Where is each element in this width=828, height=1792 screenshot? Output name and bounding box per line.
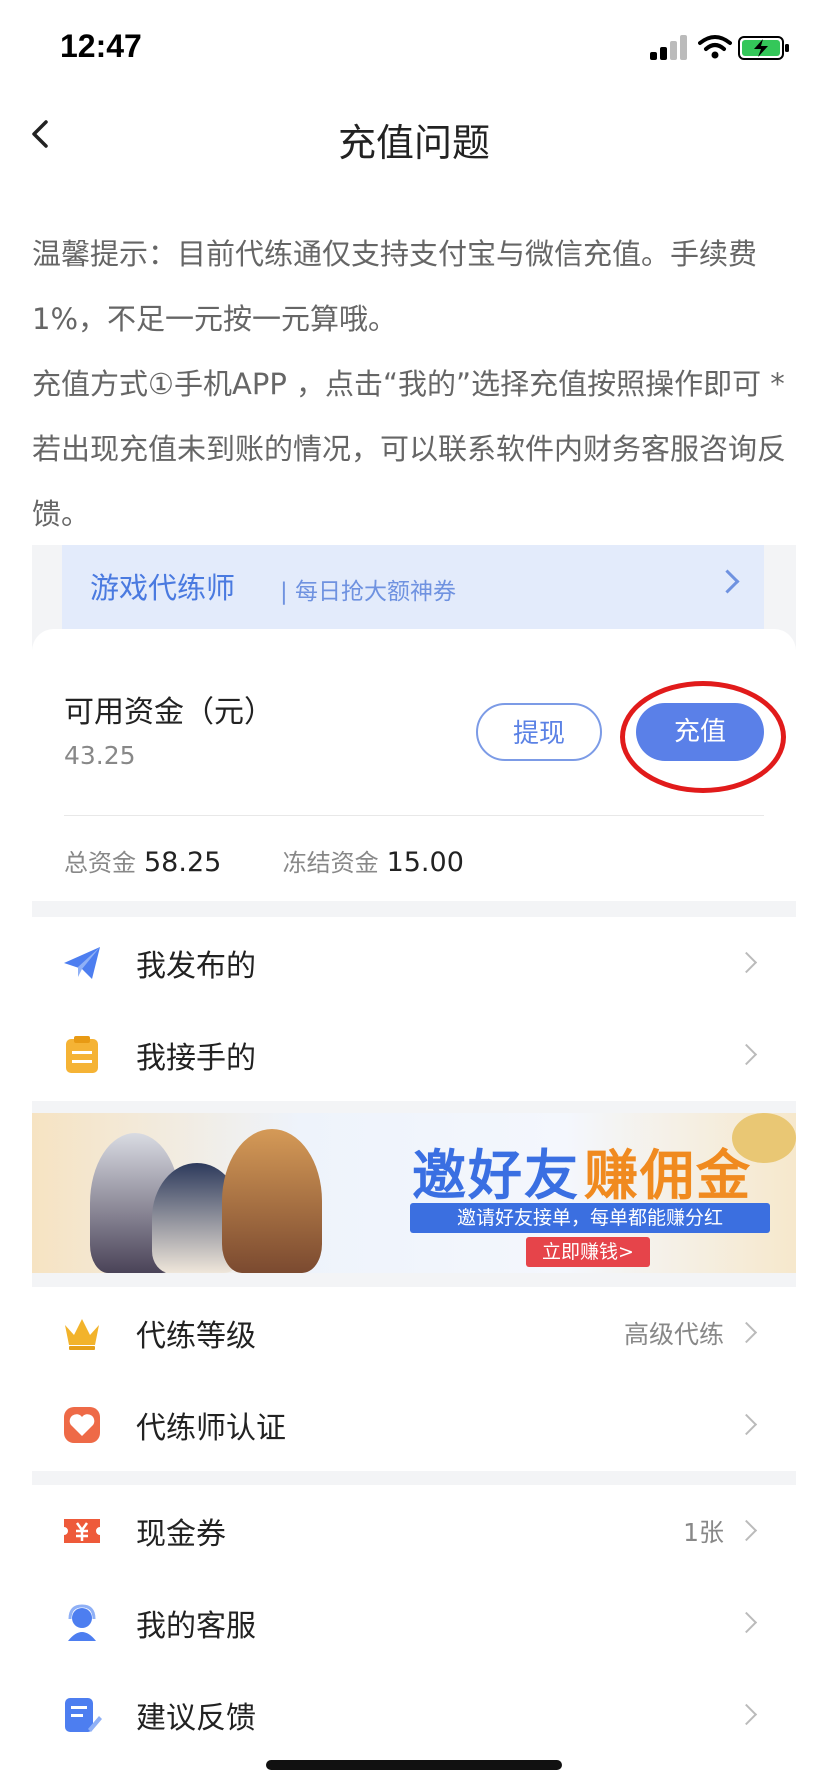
chevron-right-icon (735, 1611, 758, 1634)
chevron-right-icon (735, 1703, 758, 1726)
article-text: 温馨提示：目前代练通仅支持支付宝与微信充值。手续费1%，不足一元按一元算哦。 充… (32, 222, 802, 547)
menu-group-orders: 我发布的 我接手的 (32, 917, 796, 1101)
coupon-icon (64, 1519, 100, 1543)
chevron-right-icon (715, 569, 740, 594)
menu-item-customer-service: 我的客服 (32, 1577, 796, 1669)
promo-title-earn: 赚佣金 (584, 1144, 752, 1207)
banner-title: 游戏代练师 (90, 571, 236, 605)
invite-friends-banner: 邀好友 赚佣金 邀请好友接单，每单都能赚分红 立即赚钱> (32, 1113, 796, 1273)
home-indicator (266, 1760, 562, 1770)
banner-subtitle: | 每日抢大额神券 (280, 579, 457, 605)
divider (64, 815, 764, 816)
menu-item-label: 我接手的 (136, 1041, 256, 1076)
battery-charging-icon (738, 36, 789, 60)
promo-title-invite: 邀好友 (412, 1144, 580, 1207)
chevron-right-icon (735, 1519, 758, 1542)
promo-cta-button: 立即赚钱> (526, 1237, 650, 1267)
menu-item-value: 高级代练 (623, 1320, 724, 1349)
chevron-right-icon (735, 1321, 758, 1344)
menu-item-coupons: 现金券 1张 (32, 1485, 796, 1577)
method-paragraph: 充值方式①手机APP ，点击“我的”选择充值按照操作即可 *若出现充值未到账的情… (32, 367, 787, 531)
menu-group-services: 现金券 1张 我的客服 建议反馈 (32, 1485, 796, 1792)
menu-item-level: 代练等级 高级代练 (32, 1287, 796, 1379)
frozen-funds-label: 冻结资金 (282, 849, 379, 877)
funds-card: 可用资金（元） 43.25 提现 充值 总资金 58.25 冻结资金 15.00 (32, 629, 796, 901)
clipboard-icon (66, 1036, 98, 1073)
embedded-app-screenshot: 游戏代练师 | 每日抢大额神券 可用资金（元） 43.25 提现 充值 总资金 5… (32, 545, 796, 1792)
wifi-icon (698, 35, 732, 59)
page-title: 充值问题 (337, 121, 490, 165)
tip-paragraph: 温馨提示：目前代练通仅支持支付宝与微信充值。手续费1%，不足一元按一元算哦。 (32, 237, 758, 336)
character-illustration (222, 1129, 322, 1273)
menu-item-label: 建议反馈 (136, 1701, 256, 1736)
menu-item-accepted: 我接手的 (32, 1009, 796, 1101)
chevron-right-icon (735, 1043, 758, 1066)
promo-banner-top: 游戏代练师 | 每日抢大额神券 (62, 545, 764, 629)
status-time: 12:47 (60, 28, 142, 64)
menu-item-feedback: 建议反馈 (32, 1669, 796, 1761)
withdraw-button: 提现 (476, 703, 602, 761)
crown-icon (65, 1319, 99, 1350)
menu-item-label: 我的客服 (136, 1609, 256, 1644)
menu-item-label: 代练等级 (136, 1319, 256, 1354)
headset-icon (68, 1604, 96, 1641)
menu-item-label: 我发布的 (136, 949, 256, 984)
available-funds-value: 43.25 (64, 741, 136, 770)
total-funds-label: 总资金 (64, 849, 136, 877)
menu-item-published: 我发布的 (32, 917, 796, 1009)
menu-item-value: 1张 (683, 1518, 724, 1547)
cellular-signal-icon (650, 34, 688, 60)
highlight-circle (620, 681, 786, 793)
chevron-right-icon (735, 951, 758, 974)
promo-subtitle: 邀请好友接单，每单都能赚分红 (410, 1203, 770, 1233)
frozen-funds-value: 15.00 (386, 847, 464, 878)
menu-item-label: 现金券 (136, 1517, 226, 1552)
paper-plane-icon (64, 947, 100, 979)
totals-line: 总资金 58.25 冻结资金 15.00 (64, 843, 464, 878)
menu-item-certification: 代练师认证 (32, 1379, 796, 1471)
available-funds-label: 可用资金（元） (64, 695, 274, 730)
heart-badge-icon (64, 1407, 100, 1443)
menu-item-label: 代练师认证 (136, 1411, 286, 1446)
total-funds-value: 58.25 (144, 847, 222, 878)
feedback-icon (65, 1698, 102, 1732)
chevron-right-icon (735, 1413, 758, 1436)
menu-group-profile: 代练等级 高级代练 代练师认证 (32, 1287, 796, 1471)
